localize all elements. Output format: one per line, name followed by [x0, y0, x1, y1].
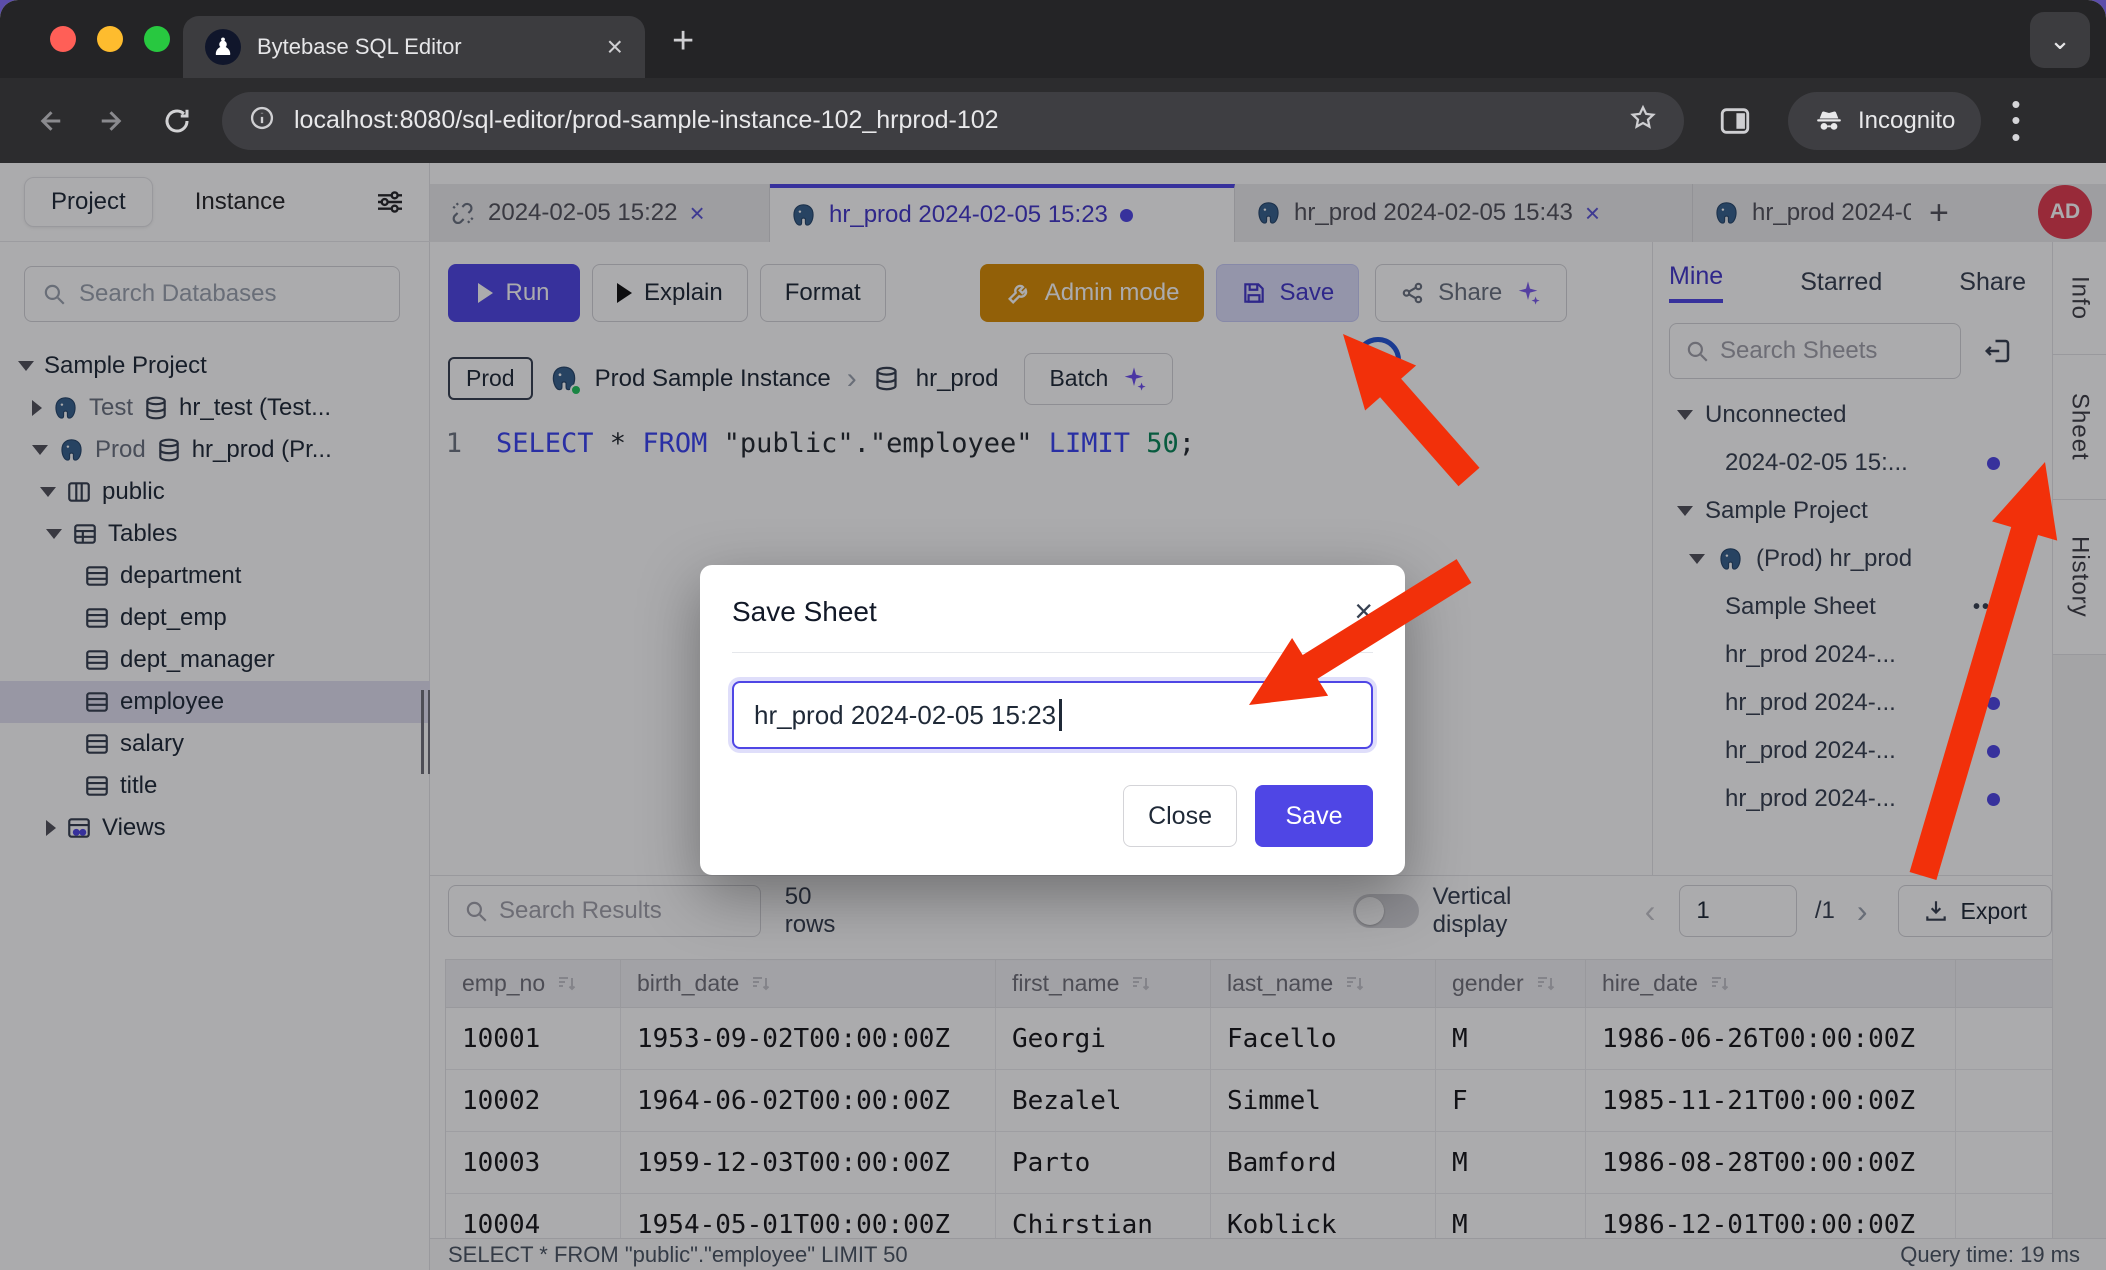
window-zoom-button[interactable]: [144, 26, 170, 52]
browser-menu-icon[interactable]: •••: [2011, 96, 2020, 144]
address-bar[interactable]: localhost:8080/sql-editor/prod-sample-in…: [222, 92, 1684, 150]
back-icon[interactable]: [34, 106, 64, 136]
sheet-name-input[interactable]: hr_prod 2024-02-05 15:23: [732, 681, 1373, 749]
tab-search-chevron-button[interactable]: ⌄: [2030, 12, 2090, 68]
save-sheet-dialog: Save Sheet × hr_prod 2024-02-05 15:23 Cl…: [700, 565, 1405, 875]
browser-tab-title: Bytebase SQL Editor: [257, 34, 591, 60]
side-panel-icon[interactable]: [1718, 104, 1752, 138]
window-close-button[interactable]: [50, 26, 76, 52]
dialog-title: Save Sheet: [732, 596, 877, 628]
close-tab-icon[interactable]: ×: [607, 31, 623, 63]
window-minimize-button[interactable]: [97, 26, 123, 52]
browser-window: ♟ Bytebase SQL Editor × + ⌄ localhost:80…: [0, 0, 2106, 1270]
incognito-icon: [1814, 106, 1844, 136]
forward-icon[interactable]: [98, 106, 128, 136]
dialog-divider: [732, 652, 1373, 653]
browser-tab-strip: ♟ Bytebase SQL Editor × + ⌄: [0, 0, 2106, 78]
new-tab-button[interactable]: +: [672, 22, 694, 60]
reload-icon[interactable]: [162, 106, 192, 136]
sheet-name-value: hr_prod 2024-02-05 15:23: [754, 700, 1056, 731]
text-cursor: [1059, 699, 1062, 731]
close-button[interactable]: Close: [1123, 785, 1237, 847]
dialog-save-button[interactable]: Save: [1255, 785, 1373, 847]
bytebase-favicon-icon: ♟: [205, 29, 241, 65]
incognito-label: Incognito: [1858, 107, 1955, 135]
url-text[interactable]: localhost:8080/sql-editor/prod-sample-in…: [294, 106, 1610, 135]
close-dialog-icon[interactable]: ×: [1354, 593, 1373, 630]
bookmark-star-icon[interactable]: [1628, 103, 1658, 138]
incognito-badge: Incognito: [1788, 92, 1981, 150]
browser-tab[interactable]: ♟ Bytebase SQL Editor ×: [183, 16, 645, 78]
site-info-icon[interactable]: [248, 104, 276, 137]
browser-navbar: localhost:8080/sql-editor/prod-sample-in…: [0, 78, 2106, 163]
